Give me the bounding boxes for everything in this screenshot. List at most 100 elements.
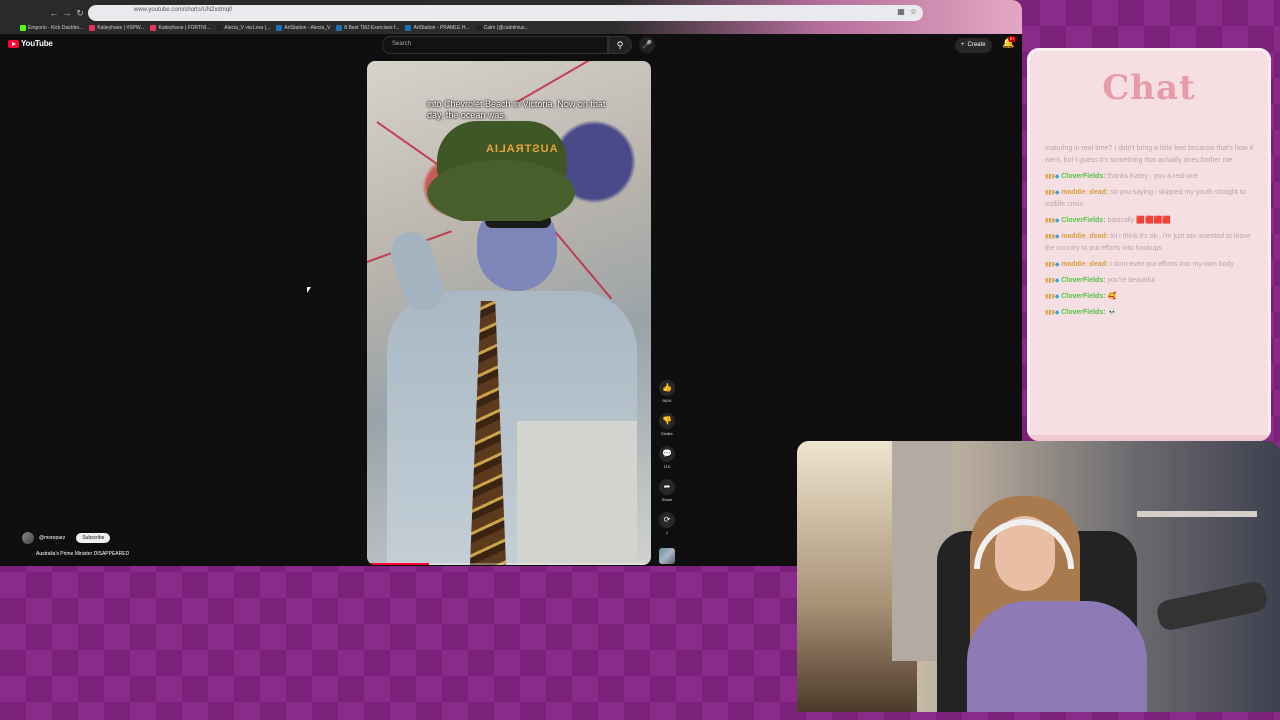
bookmark-item[interactable]: ArtStation - PRAMLE H... [405, 23, 470, 33]
bookmark-favicon-icon [150, 25, 157, 31]
chat-badge-icon: ▮▮▮ [1045, 218, 1055, 224]
video-caption: into Chevrolet Beach in Victoria. Now on… [427, 99, 606, 120]
bookmark-item[interactable]: Alecia_V via Lera (... [216, 23, 270, 33]
share-button[interactable]: ➦ Share [656, 479, 678, 502]
video-progress-bar[interactable] [367, 563, 651, 565]
like-icon: 👍 [659, 380, 675, 396]
channel-row: @moreparz Subscribe [22, 532, 111, 544]
action-label: Dislike [661, 431, 673, 436]
address-bar-url: www.youtube.com/shorts/UN2xdmq0 [134, 7, 233, 13]
youtube-header: YouTube Search ⚲ 🎤 + Create 🔔 9+ [0, 34, 1022, 58]
bookmark-item[interactable]: 8 Best TMJ Exercises f... [336, 23, 399, 33]
audio-thumbnail[interactable] [659, 548, 675, 564]
chat-message: maturing in real time? I didn't bring a … [1045, 143, 1261, 167]
chat-badge-icon: ▮▮▮ [1045, 234, 1055, 240]
channel-name[interactable]: @moreparz [39, 535, 65, 541]
chat-message-text: thanks Katey , you a real one [1107, 173, 1199, 180]
extension-icon[interactable]: ▦ [897, 7, 905, 16]
chat-message: ▮▮▮◆ CloverFields: 🥰 [1045, 293, 1117, 300]
browser-chrome: ← → ↻ www.youtube.com/shorts/UN2xdmq0 ▦ … [0, 0, 1022, 34]
dislike-icon: 👎 [659, 413, 675, 429]
search-icon: ⚲ [616, 40, 624, 50]
chat-username[interactable]: CloverFields [1061, 277, 1103, 284]
chat-message-text: you're beautiful [1107, 277, 1155, 284]
remix-icon: ⟳ [659, 512, 675, 528]
bookmark-item[interactable]: Emporio - Kick Dashbo... [20, 23, 83, 33]
chat-message: ▮▮▮◆ CloverFields: basically 🟥🟥🟥🟥 [1045, 217, 1172, 224]
share-icon: ➦ [659, 479, 675, 495]
action-label: 11K [663, 464, 671, 469]
chat-username[interactable]: CloverFields [1061, 293, 1103, 300]
chat-username[interactable]: CloverFields [1061, 309, 1103, 316]
subscribe-button[interactable]: Subscribe [76, 533, 111, 543]
bookmark-favicon-icon [405, 25, 412, 31]
bookmark-favicon-icon [89, 25, 96, 31]
bookmark-favicon-icon [20, 25, 26, 31]
bookmark-favicon-icon [475, 25, 482, 31]
bookmark-item[interactable]: Katieyhane | #SPW... [89, 23, 144, 33]
notification-badge: 9+ [1008, 36, 1016, 42]
chat-message-text: maturing in real time? I didn't bring a … [1045, 145, 1254, 164]
chat-message: ▮▮▮◆ maddie_dead: i dont even put effort… [1045, 261, 1234, 268]
chat-message: ▮▮▮◆ CloverFields: 💀 [1045, 309, 1117, 316]
plus-icon: + [961, 42, 965, 48]
search-button[interactable]: ⚲ [608, 36, 632, 54]
microphone-icon: 🎤 [642, 40, 652, 49]
chat-title: Chat [1102, 68, 1196, 108]
create-button[interactable]: + Create [955, 38, 992, 53]
webcam-feed [797, 441, 1280, 712]
chat-badge-icon: ▮▮▮ [1045, 174, 1055, 180]
chat-message: ▮▮▮◆ maddie_dead: lol i think it's ok . … [1045, 233, 1251, 252]
chat-username[interactable]: CloverFields [1061, 217, 1103, 224]
address-bar[interactable]: www.youtube.com/shorts/UN2xdmq0 ▦ ☆ [88, 5, 923, 21]
chat-message-text: basically 🟥🟥🟥🟥 [1107, 217, 1172, 224]
video-title[interactable]: Australia's Prime Minister DISAPPEARED [36, 551, 129, 557]
search-placeholder: Search [392, 41, 412, 47]
voice-search-button[interactable]: 🎤 [639, 37, 655, 53]
chat-message-text: 🥰 [1107, 293, 1117, 300]
chat-badge-icon: ▮▮▮ [1045, 278, 1055, 284]
hat-text: AUSTRALIA [485, 143, 558, 155]
search-input[interactable]: Search [382, 36, 608, 54]
chat-messages: maturing in real time? I didn't bring a … [1045, 143, 1261, 323]
reload-icon[interactable]: ↻ [74, 7, 86, 19]
action-label: 561K [662, 398, 672, 403]
bookmark-item[interactable]: ArtStation - Alecia_V [276, 23, 330, 33]
chat-username[interactable]: maddie_dead [1061, 189, 1106, 196]
chat-badge-icon: ▮▮▮ [1045, 294, 1055, 300]
action-label: Share [661, 497, 673, 502]
youtube-logo[interactable]: YouTube [8, 39, 53, 48]
chat-message: ▮▮▮◆ maddie_dead: so you saying i skippe… [1045, 189, 1246, 208]
short-video-player[interactable]: AUSTRALIA into Chevrolet Beach in Victor… [367, 61, 651, 565]
like-button[interactable]: 👍 561K [656, 380, 678, 403]
bookmark-star-icon[interactable]: ☆ [910, 7, 917, 16]
remix-button[interactable]: ⟳ 1 [656, 512, 678, 535]
video-progress-fill [367, 563, 430, 565]
chat-message: ▮▮▮◆ CloverFields: thanks Katey , you a … [1045, 173, 1199, 180]
channel-avatar[interactable] [22, 532, 34, 544]
chat-username[interactable]: maddie_dead [1061, 261, 1106, 268]
bookmark-favicon-icon [336, 25, 343, 31]
bookmark-favicon-icon [276, 25, 283, 31]
chat-badge-icon: ▮▮▮ [1045, 310, 1055, 316]
comment-icon: 💬 [659, 446, 675, 462]
forward-icon[interactable]: → [61, 7, 73, 19]
bookmark-item[interactable]: Calm (@calmlmus... [475, 23, 529, 33]
back-icon[interactable]: ← [48, 7, 60, 19]
bookmark-item[interactable]: Katieyhane | FORTNI... [150, 23, 210, 33]
chat-username[interactable]: maddie_dead [1061, 233, 1106, 240]
chat-message-text: 💀 [1107, 309, 1117, 316]
chat-username[interactable]: CloverFields [1061, 173, 1103, 180]
bookmark-favicon-icon [216, 25, 223, 31]
comment-button[interactable]: 💬 11K [656, 446, 678, 469]
action-label: 1 [665, 530, 669, 535]
chat-message: ▮▮▮◆ CloverFields: you're beautiful [1045, 277, 1155, 284]
chat-badge-icon: ▮▮▮ [1045, 190, 1055, 196]
chat-panel: Chat maturing in real time? I didn't bri… [1027, 48, 1271, 441]
dislike-button[interactable]: 👎 Dislike [656, 413, 678, 436]
bookmarks-bar: Emporio - Kick Dashbo... Katieyhane | #SP… [0, 23, 1022, 33]
mouse-cursor-icon [306, 286, 311, 295]
chat-badge-icon: ▮▮▮ [1045, 262, 1055, 268]
youtube-play-icon [8, 39, 19, 48]
chat-message-text: i dont even put efforts into my own body [1110, 261, 1234, 268]
